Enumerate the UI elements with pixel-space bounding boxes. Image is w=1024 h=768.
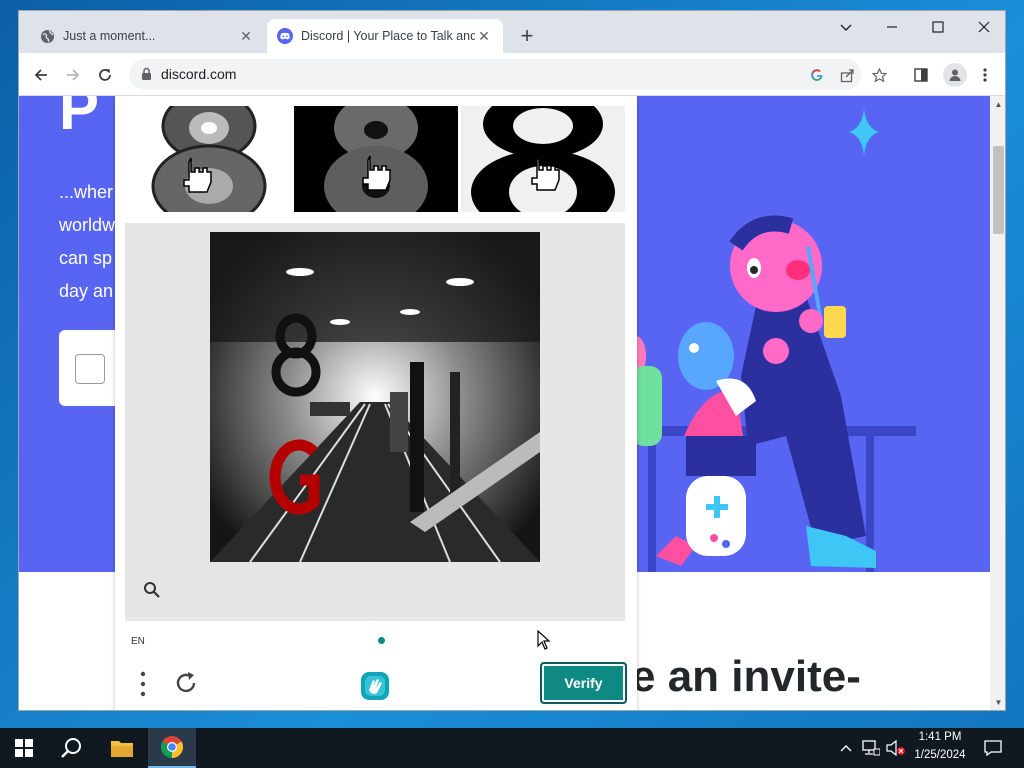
search-taskbar-button[interactable] (48, 728, 96, 768)
folder-icon (111, 741, 133, 757)
invite-heading-fragment: e an invite- (631, 652, 861, 701)
show-hidden-icons-button[interactable] (836, 728, 856, 768)
chevron-up-icon (840, 745, 852, 752)
close-window-button[interactable] (961, 11, 1005, 43)
scroll-up-arrow[interactable]: ▲ (994, 100, 1003, 109)
tab-bar: Just a moment... ✕ Discord | Your Place … (19, 11, 1005, 53)
side-panel-icon[interactable] (911, 65, 931, 85)
minimize-button[interactable] (869, 11, 915, 43)
example-image-2 (294, 106, 458, 212)
volume-muted-icon[interactable] (884, 728, 908, 768)
notification-icon (984, 740, 1002, 756)
discord-characters-illustration (636, 215, 916, 572)
example-image-1 (127, 106, 291, 212)
tab-search-icon[interactable] (823, 11, 869, 43)
back-button[interactable] (27, 61, 55, 89)
tab-discord[interactable]: Discord | Your Place to Talk and Hang Ou… (267, 19, 503, 53)
network-icon[interactable] (860, 728, 882, 768)
tab-close-icon[interactable]: ✕ (237, 28, 255, 45)
page-scrollbar[interactable]: ▲ ▼ (990, 96, 1005, 710)
language-selector[interactable]: EN (131, 636, 145, 647)
tab-just-a-moment[interactable]: Just a moment... ✕ (29, 19, 265, 53)
url-text: discord.com (161, 66, 237, 82)
example-image-3 (461, 106, 625, 212)
reload-button[interactable] (91, 61, 119, 89)
search-icon (61, 738, 81, 758)
challenge-panel (125, 223, 625, 621)
hero-title: P (59, 96, 100, 142)
new-tab-button[interactable]: + (517, 23, 537, 49)
google-icon[interactable] (807, 65, 827, 85)
progress-dot (378, 637, 385, 644)
sparkle-icon (849, 108, 879, 156)
hero-text-line: can sp (59, 248, 113, 268)
browser-toolbar: discord.com (19, 53, 1005, 96)
web-page: P ...wher worldw can sp day an e an invi… (19, 96, 990, 710)
hero-text-line: worldw (59, 215, 116, 235)
search-icon[interactable] (143, 581, 161, 604)
bookmark-star-icon[interactable] (869, 65, 889, 85)
scroll-down-arrow[interactable]: ▼ (994, 698, 1003, 707)
lock-icon[interactable] (141, 67, 152, 86)
verify-button[interactable]: Verify (540, 662, 627, 704)
globe-icon (39, 28, 55, 44)
refresh-icon[interactable] (173, 670, 199, 701)
file-explorer-button[interactable] (98, 728, 146, 768)
notifications-button[interactable] (978, 728, 1008, 768)
menu-icon[interactable] (137, 670, 149, 698)
clock-time[interactable]: 1:41 PM (910, 731, 970, 743)
tab-close-icon[interactable]: ✕ (475, 28, 493, 45)
profile-avatar[interactable] (943, 63, 967, 87)
clock-date[interactable]: 1/25/2024 (910, 749, 970, 761)
chrome-taskbar-button[interactable] (148, 728, 196, 768)
forward-button[interactable] (59, 61, 87, 89)
hero-text-line: day an (59, 281, 114, 301)
share-icon[interactable] (837, 65, 857, 85)
start-button[interactable] (0, 728, 48, 768)
windows-logo-icon (15, 739, 33, 757)
hcaptcha-checkbox[interactable] (75, 354, 105, 384)
tab-title: Just a moment... (63, 29, 156, 43)
scroll-thumb[interactable] (993, 146, 1004, 234)
hero-text-line: ...wher (59, 182, 114, 202)
hero-text: ...wher worldw can sp day an (59, 176, 115, 308)
challenge-image[interactable] (210, 232, 540, 562)
taskbar: 1:41 PM 1/25/2024 (0, 728, 1024, 768)
hcaptcha-challenge: EN Verify (115, 96, 637, 710)
mouse-cursor-icon (537, 630, 551, 650)
discord-icon (277, 28, 293, 44)
menu-kebab-icon[interactable] (975, 65, 995, 85)
address-bar[interactable]: discord.com (129, 59, 887, 90)
hcaptcha-logo-icon[interactable] (357, 668, 393, 709)
tab-title: Discord | Your Place to Talk and Hang Ou… (301, 29, 475, 43)
chrome-icon (161, 736, 183, 758)
maximize-button[interactable] (915, 11, 961, 43)
browser-window: Just a moment... ✕ Discord | Your Place … (18, 10, 1006, 711)
